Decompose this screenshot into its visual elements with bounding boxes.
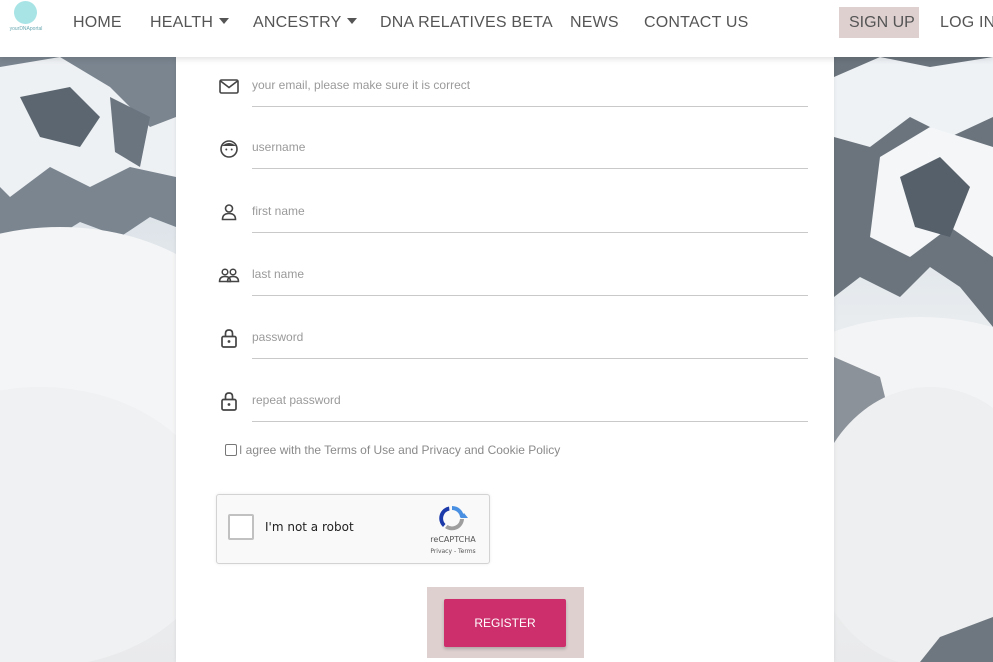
nav-health[interactable]: HEALTH bbox=[150, 14, 230, 32]
lock-icon bbox=[221, 392, 237, 411]
terms-agreement: I agree with the Terms of Use and Privac… bbox=[225, 443, 560, 457]
nav-ancestry[interactable]: ANCESTRY bbox=[253, 14, 358, 32]
lock-icon bbox=[221, 329, 237, 348]
field-underline bbox=[252, 358, 808, 359]
face-icon bbox=[220, 140, 238, 158]
nav-ancestry-label: ANCESTRY bbox=[253, 14, 342, 31]
field-underline bbox=[252, 421, 808, 422]
terms-label: I agree with the Terms of Use and Privac… bbox=[239, 443, 561, 457]
nav-health-label: HEALTH bbox=[150, 14, 214, 31]
site-logo[interactable]: yourDNAportal bbox=[2, 0, 48, 46]
nav-home[interactable]: HOME bbox=[73, 14, 122, 32]
register-button-highlight: REGISTER bbox=[427, 587, 584, 658]
terms-checkbox[interactable] bbox=[225, 444, 237, 456]
first-name-field bbox=[218, 193, 808, 233]
email-field bbox=[218, 67, 808, 107]
recaptcha-brand: reCAPTCHA bbox=[430, 535, 476, 544]
recaptcha-privacy-terms[interactable]: Privacy - Terms bbox=[423, 548, 483, 555]
envelope-icon bbox=[219, 79, 239, 94]
password-input[interactable] bbox=[252, 330, 802, 344]
password-field bbox=[218, 319, 808, 359]
chevron-down-icon bbox=[347, 18, 358, 24]
nav-contact[interactable]: CONTACT US bbox=[644, 14, 749, 32]
username-field bbox=[218, 129, 808, 169]
field-underline bbox=[252, 106, 808, 107]
repeat-password-input[interactable] bbox=[252, 393, 802, 407]
recaptcha-logo-icon bbox=[439, 505, 468, 531]
logo-text: yourDNAportal bbox=[9, 26, 43, 32]
chevron-down-icon bbox=[219, 18, 230, 24]
recaptcha-label: I'm not a robot bbox=[265, 520, 354, 534]
register-button[interactable]: REGISTER bbox=[444, 599, 566, 647]
users-icon bbox=[218, 268, 240, 283]
repeat-password-field bbox=[218, 382, 808, 422]
email-input[interactable] bbox=[252, 78, 802, 92]
field-underline bbox=[252, 295, 808, 296]
username-input[interactable] bbox=[252, 140, 802, 154]
last-name-input[interactable] bbox=[252, 267, 802, 281]
top-navbar: yourDNAportal HOME HEALTH ANCESTRY DNA R… bbox=[0, 0, 993, 57]
field-underline bbox=[252, 168, 808, 169]
signup-label: SIGN UP bbox=[849, 14, 915, 31]
last-name-field bbox=[218, 256, 808, 296]
recaptcha-checkbox[interactable] bbox=[228, 514, 254, 540]
recaptcha-widget: I'm not a robot reCAPTCHA Privacy - Term… bbox=[216, 494, 490, 564]
register-panel: I agree with the Terms of Use and Privac… bbox=[176, 57, 834, 662]
nav-dna-relatives[interactable]: DNA RELATIVES BETA bbox=[380, 14, 553, 32]
user-icon bbox=[221, 204, 237, 221]
field-underline bbox=[252, 232, 808, 233]
first-name-input[interactable] bbox=[252, 204, 802, 218]
logo-circle-icon bbox=[14, 1, 37, 24]
signup-button[interactable]: SIGN UP bbox=[839, 7, 919, 38]
nav-news[interactable]: NEWS bbox=[570, 14, 619, 32]
login-link[interactable]: LOG IN bbox=[940, 14, 993, 32]
